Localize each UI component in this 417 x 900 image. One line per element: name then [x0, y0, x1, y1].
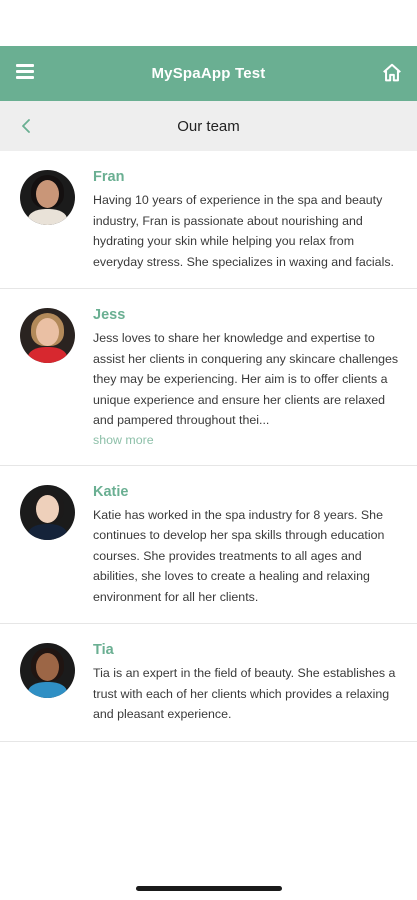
member-name: Katie	[93, 483, 129, 500]
member-name: Jess	[93, 307, 126, 323]
show-more-link[interactable]: show more	[93, 433, 154, 447]
hamburger-menu-icon[interactable]	[16, 64, 34, 82]
avatar	[20, 643, 75, 698]
team-member-katie[interactable]: Katie Katie has worked in the spa indust…	[0, 465, 417, 624]
page-title: Our team	[177, 117, 240, 135]
team-member-jess[interactable]: Jess Jess loves to share her knowledge a…	[0, 289, 417, 466]
avatar	[20, 308, 75, 363]
member-name: Tia	[93, 642, 114, 658]
app-header: MySpaApp Test	[0, 46, 417, 101]
chevron-left-icon[interactable]	[18, 117, 36, 135]
member-bio: Jess loves to share her knowledge and ex…	[93, 331, 399, 427]
avatar	[20, 170, 75, 225]
member-bio: Having 10 years of experience in the spa…	[93, 193, 394, 269]
member-bio: Katie has worked in the spa industry for…	[93, 507, 385, 604]
team-member-fran[interactable]: Fran Having 10 years of experience in th…	[0, 151, 417, 289]
member-bio: Tia is an expert in the field of beauty.…	[93, 666, 396, 721]
app-title: MySpaApp Test	[151, 65, 266, 82]
home-indicator[interactable]	[136, 886, 282, 891]
member-name: Fran	[93, 169, 125, 185]
home-icon[interactable]	[381, 62, 403, 84]
team-member-tia[interactable]: Tia Tia is an expert in the field of bea…	[0, 624, 417, 742]
status-bar-area	[0, 0, 417, 46]
avatar	[20, 484, 75, 540]
page-subheader: Our team	[0, 101, 417, 151]
team-list: Fran Having 10 years of experience in th…	[0, 151, 417, 742]
